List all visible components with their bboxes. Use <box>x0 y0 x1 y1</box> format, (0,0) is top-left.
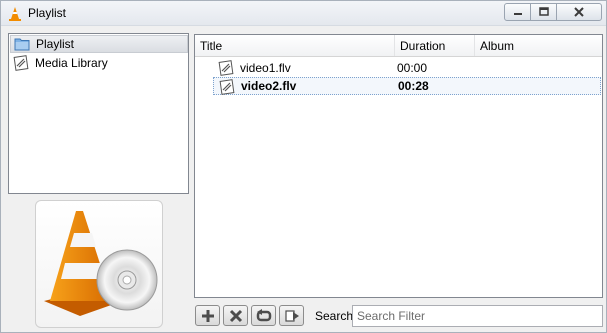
minimize-icon <box>513 13 522 15</box>
media-file-icon <box>219 79 235 95</box>
remove-button[interactable] <box>223 305 248 326</box>
close-icon <box>574 7 584 17</box>
title-bar[interactable]: Playlist <box>1 1 606 26</box>
row-title: video2.flv <box>241 79 297 93</box>
maximize-button[interactable] <box>530 3 557 21</box>
minimize-button[interactable] <box>504 3 531 21</box>
sidebar-item-label: Playlist <box>36 37 75 51</box>
clear-button[interactable] <box>279 305 304 326</box>
sidebar: Playlist Media Library <box>8 33 189 194</box>
vlc-cone-icon <box>9 7 21 21</box>
vlc-art-panel <box>35 200 163 328</box>
column-header: Title Duration Album <box>195 35 602 57</box>
media-file-icon <box>13 55 29 71</box>
sidebar-item-label: Media Library <box>35 56 108 70</box>
sidebar-item-media-library[interactable]: Media Library <box>10 54 188 72</box>
playlist-row[interactable]: video1.flv 00:00 <box>213 59 601 77</box>
column-duration[interactable]: Duration <box>395 35 475 56</box>
add-button[interactable] <box>195 305 220 326</box>
search-input[interactable] <box>352 305 603 327</box>
playlist-row-playing[interactable]: video2.flv 00:28 <box>213 77 601 95</box>
search-label: Search <box>315 309 354 323</box>
folder-icon <box>14 38 30 51</box>
media-file-icon <box>218 60 234 76</box>
row-duration: 00:28 <box>398 79 429 93</box>
sidebar-item-playlist[interactable]: Playlist <box>10 35 188 53</box>
row-duration: 00:00 <box>397 61 428 75</box>
close-button[interactable] <box>556 3 602 21</box>
column-title[interactable]: Title <box>195 35 395 56</box>
repeat-icon <box>256 308 271 321</box>
maximize-icon <box>538 7 549 16</box>
x-icon <box>229 309 242 322</box>
window-title: Playlist <box>28 6 67 20</box>
playlist-view[interactable]: Title Duration Album video1.flv 00:00 vi… <box>194 34 603 298</box>
column-album[interactable]: Album <box>475 35 602 56</box>
repeat-button[interactable] <box>251 305 276 326</box>
plus-icon <box>201 309 214 322</box>
playlist-window: Playlist Playlist Media Library Title Du… <box>0 0 607 333</box>
vlc-cone-disc-icon <box>44 211 158 316</box>
media-arrow-icon <box>284 309 299 322</box>
row-title: video1.flv <box>240 61 291 75</box>
